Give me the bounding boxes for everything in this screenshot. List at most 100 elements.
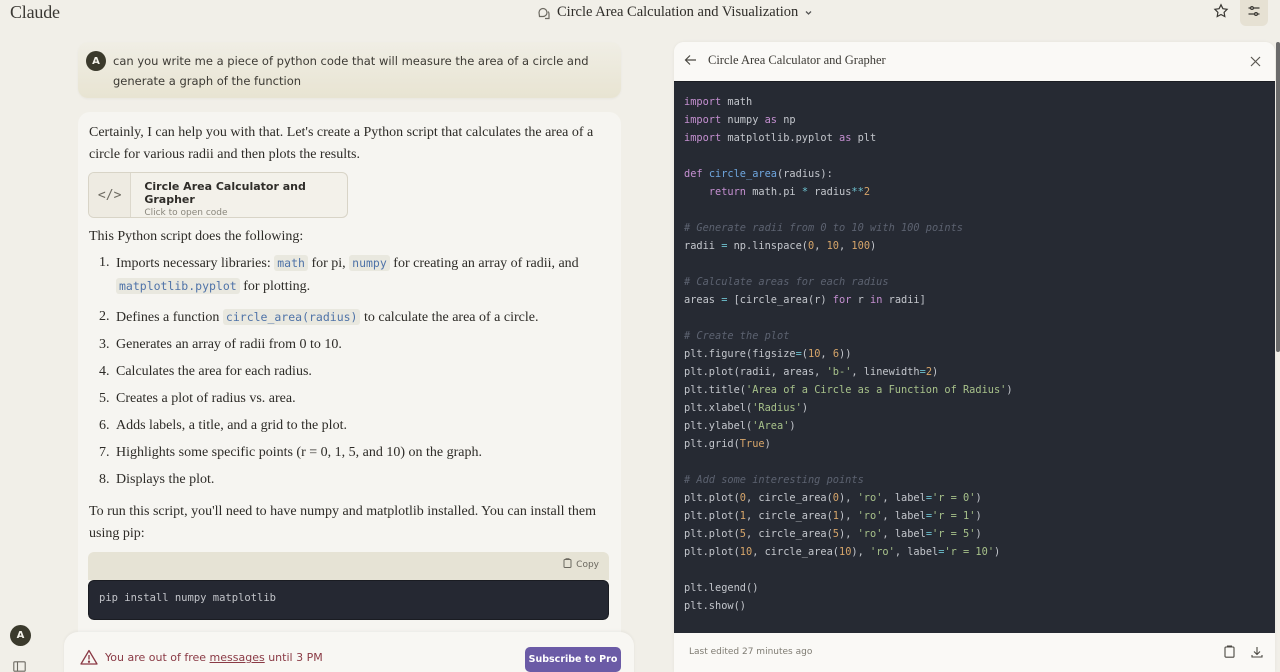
- code-token: ),: [851, 546, 871, 558]
- code-line: plt.grid(True): [684, 435, 1265, 453]
- usage-limit-suffix: until 3 PM: [264, 651, 323, 664]
- code-token: plt.grid(: [684, 438, 740, 450]
- copy-code-clipboard-icon[interactable]: [1224, 645, 1235, 663]
- code-token: math.pi: [746, 186, 802, 198]
- code-token: numpy: [721, 114, 765, 126]
- code-token: 2: [863, 186, 871, 198]
- code-token: (radius):: [777, 168, 833, 180]
- install-note: To run this script, you'll need to have …: [89, 504, 597, 541]
- page-scrollbar[interactable]: [1276, 42, 1280, 352]
- code-token: 'Radius': [752, 402, 802, 414]
- step-item: 3. Generates an array of radii from 0 to …: [99, 334, 601, 356]
- code-token: ): [801, 402, 809, 414]
- sidebar-panel-icon: [13, 659, 26, 672]
- step-number: 6.: [99, 418, 110, 433]
- code-token: 'r = 5': [932, 528, 976, 540]
- step-text: Displays the plot.: [116, 472, 215, 487]
- code-token: in: [870, 294, 883, 306]
- code-line: # Create the plot: [684, 327, 1265, 345]
- code-line: import numpy as np: [684, 111, 1265, 129]
- messages-link[interactable]: messages: [210, 651, 265, 664]
- pip-command: pip install numpy matplotlib: [88, 580, 609, 620]
- code-line: # Generate radii from 0 to 10 with 100 p…: [684, 219, 1265, 237]
- usage-limit-prefix: You are out of free: [105, 651, 210, 664]
- code-token: , circle_area(: [746, 492, 833, 504]
- code-token: ): [975, 492, 982, 504]
- clipboard-icon: [563, 558, 572, 571]
- artifact-card-title: Circle Area Calculator and Grapher: [144, 180, 306, 206]
- sidebar-toggle-button[interactable]: [13, 659, 26, 672]
- code-token: plt.ylabel(: [684, 420, 753, 432]
- code-token: plt.xlabel(: [684, 402, 753, 414]
- code-token: def: [684, 168, 703, 180]
- code-token: radii: [684, 240, 722, 252]
- code-line: def circle_area(radius):: [684, 165, 1265, 183]
- account-avatar[interactable]: A: [10, 625, 31, 646]
- pip-code-block: Copy pip install numpy matplotlib: [88, 552, 609, 620]
- assistant-intro: Certainly, I can help you with that. Let…: [89, 125, 594, 162]
- code-token: 'r = 10': [944, 546, 995, 558]
- copy-button[interactable]: Copy: [563, 558, 599, 571]
- code-token: # Generate radii from 0 to 10 with 100 p…: [684, 222, 963, 234]
- code-token: math: [721, 96, 753, 108]
- download-icon[interactable]: [1251, 645, 1263, 663]
- code-line: plt.plot(5, circle_area(5), 'ro', label=…: [684, 525, 1265, 543]
- code-line: plt.ylabel('Area'): [684, 417, 1265, 435]
- close-icon[interactable]: [1250, 54, 1261, 72]
- code-token: plt.plot(: [684, 546, 740, 558]
- code-line: plt.title('Area of a Circle as a Functio…: [684, 381, 1265, 399]
- step-text: Defines a function: [116, 310, 223, 325]
- code-token: 'r = 1': [932, 510, 976, 522]
- app-logo[interactable]: Claude: [10, 2, 60, 23]
- step-text: Generates an array of radii from 0 to 10…: [116, 337, 342, 352]
- step-item: 7. Highlights some specific points (r = 0…: [99, 442, 601, 464]
- artifact-panel-title: Circle Area Calculator and Grapher: [708, 53, 886, 67]
- settings-button[interactable]: [1240, 0, 1268, 26]
- user-message-text: can you write me a piece of python code …: [113, 54, 589, 88]
- code-token: 'Area': [752, 420, 790, 432]
- artifact-card[interactable]: </> Circle Area Calculator and Grapher C…: [88, 172, 348, 218]
- code-token: radii]: [882, 294, 926, 306]
- conversation-title-dropdown[interactable]: Circle Area Calculation and Visualizatio…: [537, 4, 813, 21]
- code-token: 10: [739, 546, 753, 558]
- star-button[interactable]: [1208, 2, 1234, 24]
- chevron-down-icon: [804, 8, 813, 17]
- code-line: plt.plot(10, circle_area(10), 'ro', labe…: [684, 543, 1265, 561]
- code-token: 'Area of a Circle as a Function of Radiu…: [746, 384, 1007, 396]
- step-number: 5.: [99, 391, 110, 406]
- code-token: 10: [839, 546, 852, 558]
- code-token: as: [764, 114, 778, 126]
- steps-list: 1. Imports necessary libraries: math for …: [99, 252, 601, 496]
- back-arrow-icon[interactable]: [684, 53, 697, 71]
- code-token: ),: [839, 528, 858, 540]
- step-item: 6. Adds labels, a title, and a grid to th…: [99, 415, 601, 437]
- step-number: 3.: [99, 337, 110, 352]
- code-token: [circle_area(r): [727, 294, 833, 306]
- code-token: ): [870, 240, 877, 252]
- inline-code: matplotlib.pyplot: [116, 278, 240, 294]
- code-line: plt.plot(0, circle_area(0), 'ro', label=…: [684, 489, 1265, 507]
- code-token: return: [708, 186, 747, 198]
- inline-code: circle_area(radius): [222, 309, 361, 325]
- subscribe-to-pro-button[interactable]: Subscribe to Pro: [525, 647, 621, 672]
- step-number: 4.: [99, 364, 110, 379]
- step-text: Imports necessary libraries:: [116, 256, 275, 271]
- code-token: ,: [820, 348, 833, 360]
- code-line: radii = np.linspace(0, 10, 100): [684, 237, 1265, 255]
- code-token: 'ro': [857, 492, 883, 504]
- code-line: import matplotlib.pyplot as plt: [684, 129, 1265, 147]
- code-token: ,: [839, 240, 852, 252]
- step-number: 2.: [99, 309, 110, 324]
- code-token: , circle_area(: [746, 510, 833, 522]
- code-token: import: [684, 114, 722, 126]
- last-edited-label: Last edited 27 minutes ago: [689, 647, 813, 657]
- user-avatar: A: [86, 51, 106, 71]
- code-token: plt.plot(radii, areas,: [684, 366, 827, 378]
- top-bar: Claude Circle Area Calculation and Visua…: [0, 0, 1280, 28]
- step-text: for pi,: [307, 256, 350, 271]
- code-line: plt.figure(figsize=(10, 6)): [684, 345, 1265, 363]
- step-text: Adds labels, a title, and a grid to the …: [116, 418, 347, 433]
- artifact-code-view[interactable]: import math import numpy as np import matp…: [674, 81, 1275, 633]
